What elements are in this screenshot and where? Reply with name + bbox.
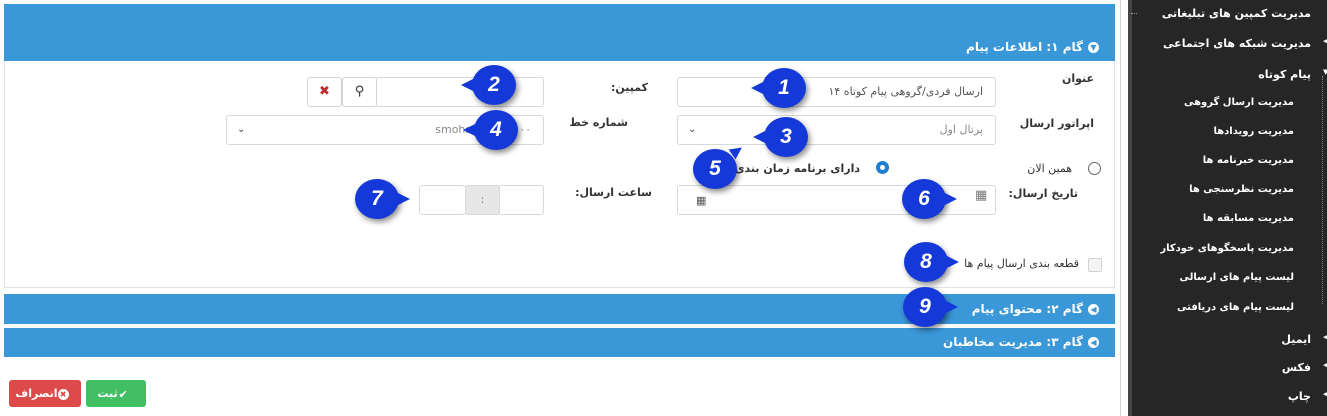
sidebar-sub-label: مدیریت ارسال گروهی (1184, 97, 1294, 108)
sidebar-sub-label: مدیریت پاسخگوهای خودکار (1160, 243, 1294, 254)
sidebar-sub-newsletters[interactable]: مدیریت خبرنامه ها (1130, 155, 1320, 166)
sidebar-item-label: چاپ (1287, 390, 1311, 403)
annotation-badge-5: 5 (693, 149, 737, 189)
annotation-badge-2: 2 (461, 65, 516, 105)
campaign-input[interactable] (375, 77, 544, 107)
sidebar-item-sms[interactable]: ▼ پیام کوتاه (1131, 68, 1327, 81)
tree-connector (1131, 13, 1137, 14)
step3-title: گام ۳: مدیریت مخاطبان (942, 335, 1083, 349)
sidebar-sub-events[interactable]: مدیریت رویدادها (1130, 126, 1320, 137)
campaign-search-button[interactable]: ⚲ (342, 77, 377, 107)
sidebar-item-label: پیام کوتاه (1258, 68, 1311, 81)
sidebar-item-label: مدیریت کمپین های تبلیغاتی (1161, 7, 1311, 20)
chunking-checkbox[interactable] (1088, 258, 1102, 272)
caret-left-icon: ◀ (1323, 333, 1327, 341)
scheduled-label: دارای برنامه زمان بندی (734, 162, 860, 175)
sidebar-sub-label: مدیریت رویدادها (1213, 126, 1294, 137)
sidebar-scrollbar[interactable] (1128, 0, 1132, 416)
send-now-radio[interactable] (1088, 162, 1101, 175)
sidebar-sub-label: مدیریت خبرنامه ها (1202, 155, 1294, 166)
annotation-badge-3: 3 (753, 117, 808, 157)
sidebar-item-campaigns[interactable]: مدیریت کمپین های تبلیغاتی (1131, 7, 1327, 20)
sidebar-item-label: ایمیل (1281, 333, 1311, 346)
close-circle-icon: ✖ (57, 388, 69, 400)
check-icon: ✔ (118, 387, 128, 401)
annotation-badge-8: 8 (904, 242, 959, 282)
line-label: شماره خط (569, 116, 628, 129)
send-date-label: تاریخ ارسال: (1008, 187, 1078, 200)
time-minute-input[interactable] (419, 185, 466, 215)
step1-form: عنوان ارسال فردی/گروهی پیام کوتاه ۱۴ کمپ… (4, 61, 1115, 288)
chevron-down-icon: ⌄ (688, 124, 697, 135)
tree-line (1322, 76, 1323, 304)
operator-select[interactable]: پرتال اول ⌄ (677, 115, 996, 145)
chevron-left-icon: ◀ (1088, 304, 1099, 315)
annotation-badge-7: 7 (355, 179, 410, 219)
save-label: ثبت (97, 387, 118, 400)
sidebar-sub-autoresponders[interactable]: مدیریت پاسخگوهای خودکار (1130, 243, 1320, 254)
sidebar-item-label: فکس (1281, 361, 1311, 374)
step3-header[interactable]: ◀ گام ۳: مدیریت مخاطبان (4, 328, 1115, 357)
send-now-label: همین الان (1027, 162, 1072, 175)
sidebar-sub-label: لیست پیام های ارسالی (1179, 272, 1294, 283)
annotation-badge-4: 4 (463, 110, 518, 150)
search-icon: ⚲ (354, 84, 365, 99)
step1-title: گام ۱: اطلاعات پیام (966, 40, 1083, 54)
send-time-label: ساعت ارسال: (575, 186, 652, 199)
sidebar-sub-polls[interactable]: مدیریت نظرسنجی ها (1130, 184, 1320, 195)
step2-title: گام ۲: محتوای پیام (971, 302, 1083, 316)
sidebar-sub-label: لیست پیام های دریافتی (1177, 302, 1294, 313)
cancel-label: انصراف (15, 387, 58, 400)
scheduled-radio[interactable] (876, 161, 889, 174)
campaign-clear-button[interactable]: ✖ (307, 77, 342, 107)
sidebar-item-email[interactable]: ◀ ایمیل (1131, 333, 1327, 346)
sidebar-item-social[interactable]: ◀ مدیریت شبکه های اجتماعی (1131, 37, 1327, 50)
time-separator: : (465, 185, 500, 215)
campaign-label: کمپین: (610, 81, 648, 94)
edit-calendar-icon[interactable]: ▦ (975, 188, 987, 203)
step1-header[interactable]: ▼ گام ۱: اطلاعات پیام (4, 4, 1115, 61)
calendar-icon[interactable]: ▦ (696, 194, 706, 207)
divider (1120, 0, 1121, 416)
sidebar-sub-sent-list[interactable]: لیست پیام های ارسالی (1130, 272, 1320, 283)
caret-down-icon: ▼ (1323, 68, 1327, 76)
main-panel: ▼ گام ۱: اطلاعات پیام عنوان ارسال فردی/گر… (4, 4, 1115, 416)
operator-label: اپراتور ارسال (1019, 117, 1094, 130)
close-icon: ✖ (319, 84, 330, 99)
chevron-left-icon: ◀ (1088, 337, 1099, 348)
sidebar-sub-label: مدیریت نظرسنجی ها (1189, 184, 1294, 195)
sidebar-sub-label: مدیریت مسابقه ها (1202, 213, 1294, 224)
sidebar-item-print[interactable]: ◀ چاپ (1131, 390, 1327, 403)
chevron-down-icon: ⌄ (237, 124, 246, 135)
caret-left-icon: ◀ (1323, 390, 1327, 398)
caret-left-icon: ◀ (1323, 361, 1327, 369)
chunking-label: قطعه بندی ارسال پیام ها (964, 257, 1079, 270)
annotation-badge-9: 9 (903, 287, 958, 327)
save-button[interactable]: ✔ثبت (86, 380, 146, 407)
chevron-down-icon: ▼ (1088, 42, 1099, 53)
annotation-badge-1: 1 (751, 68, 806, 108)
sidebar (1128, 0, 1327, 416)
operator-value: پرتال اول (939, 123, 983, 136)
caret-left-icon: ◀ (1323, 37, 1327, 45)
title-label: عنوان (1061, 72, 1094, 85)
cancel-button[interactable]: ✖انصراف (9, 380, 81, 407)
time-hour-input[interactable] (499, 185, 544, 215)
sidebar-sub-contests[interactable]: مدیریت مسابقه ها (1130, 213, 1320, 224)
title-input[interactable]: ارسال فردی/گروهی پیام کوتاه ۱۴ (677, 77, 996, 107)
sidebar-item-label: مدیریت شبکه های اجتماعی (1163, 37, 1311, 50)
sidebar-sub-group-send[interactable]: مدیریت ارسال گروهی (1130, 97, 1320, 108)
sidebar-sub-received-list[interactable]: لیست پیام های دریافتی (1130, 302, 1320, 313)
sidebar-item-fax[interactable]: ◀ فکس (1131, 361, 1327, 374)
annotation-badge-6: 6 (902, 179, 957, 219)
